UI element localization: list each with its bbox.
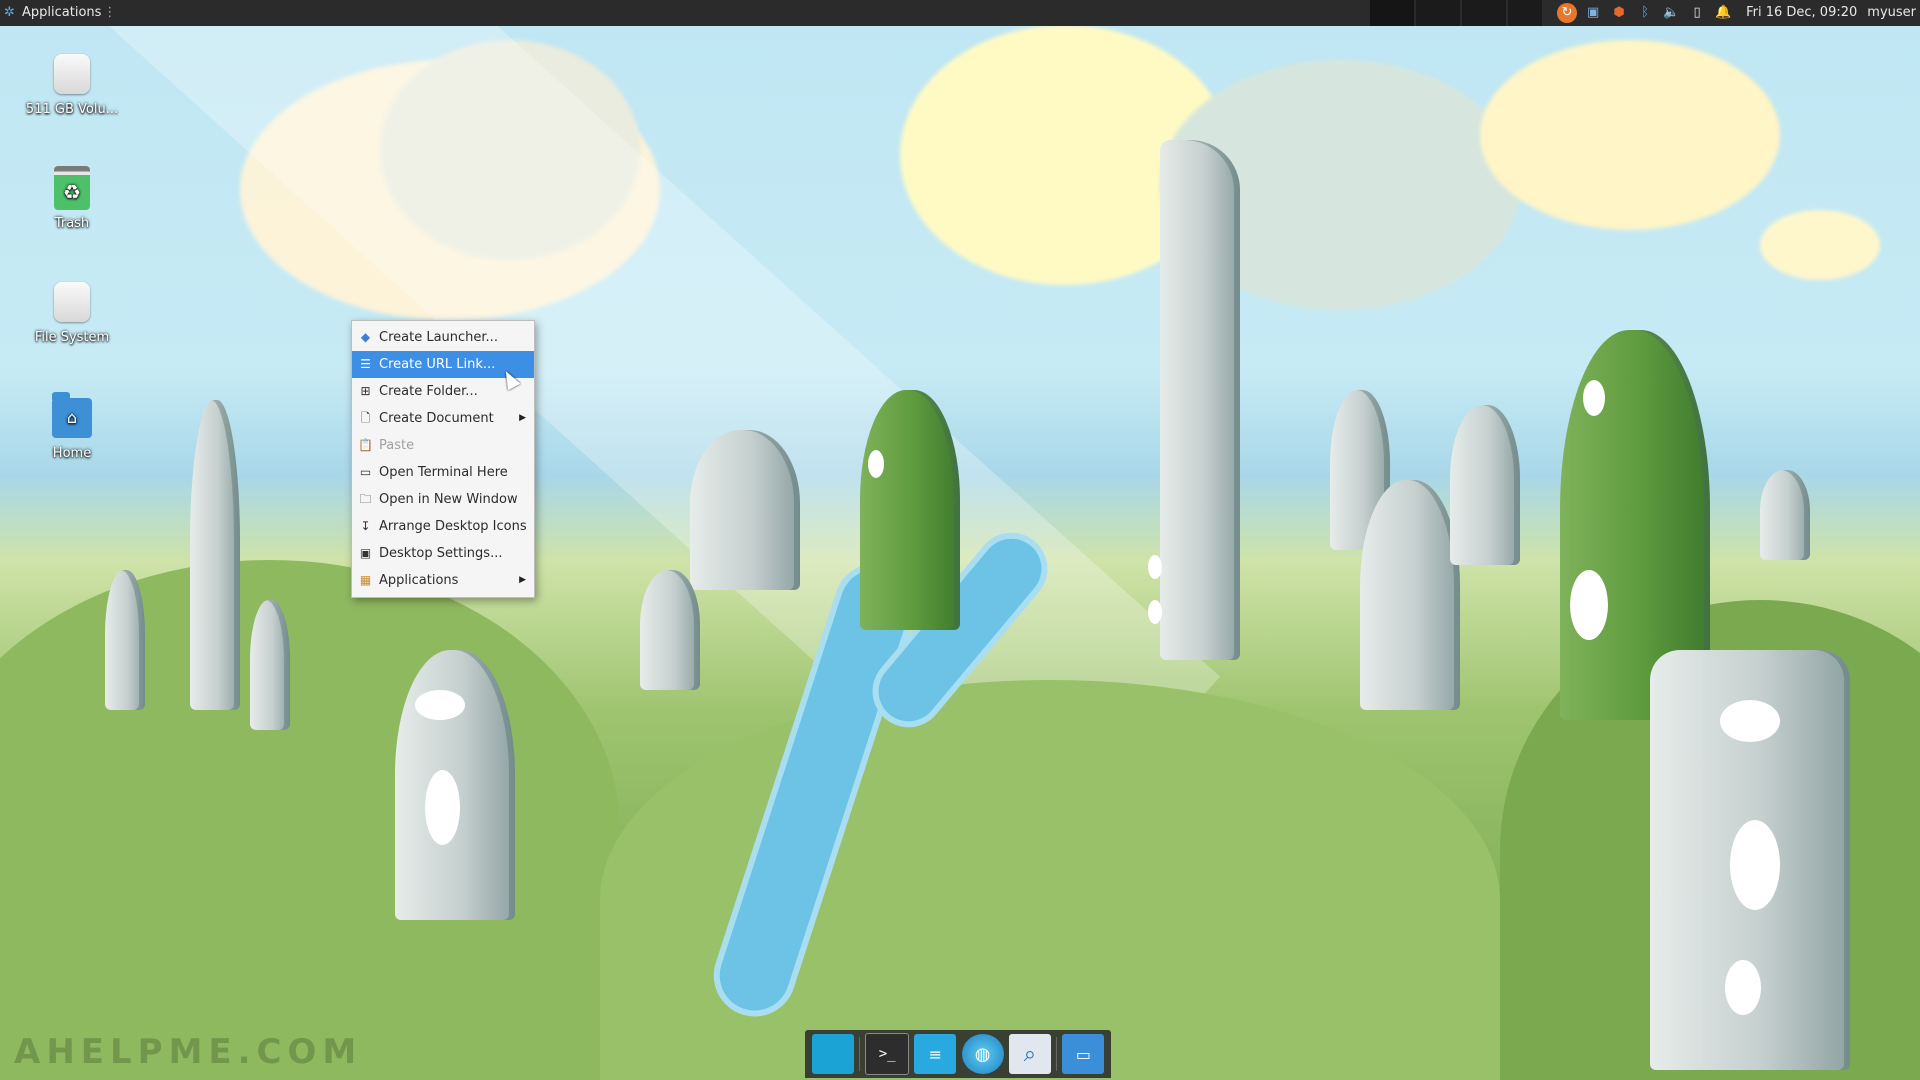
dock-separator	[858, 1037, 860, 1071]
workspace-switcher-4[interactable]	[1508, 0, 1542, 26]
workspace-switcher-3[interactable]	[1462, 0, 1506, 26]
new-document-icon: 🗋	[360, 411, 371, 425]
web-browser-icon[interactable]: ◍	[961, 1034, 1004, 1074]
submenu-arrow-icon: ▶	[519, 413, 526, 423]
show-desktop-icon[interactable]	[811, 1034, 854, 1074]
desktop-icon-label: Home	[52, 446, 92, 461]
menu-item-label: Desktop Settings...	[379, 546, 503, 561]
menu-item-label: Applications	[379, 573, 459, 588]
network-icon[interactable]: ▣	[1583, 3, 1603, 23]
desktop-settings-icon: ▣	[359, 546, 372, 560]
filesystem-drive-icon	[54, 282, 90, 322]
menu-item-label: Create Document	[379, 411, 494, 426]
notification-bell-icon[interactable]: 🔔	[1713, 3, 1733, 23]
desktop-icon-home[interactable]: ⌂ Home	[22, 392, 122, 461]
applications-icon: ▦	[359, 573, 372, 587]
menu-item-label: Create Folder...	[379, 384, 478, 399]
dock-separator	[1056, 1037, 1058, 1071]
dock: >_ ≡ ◍ ⌕ ▭	[805, 1030, 1111, 1078]
arrange-icon: ↧	[360, 519, 371, 533]
clock[interactable]: Fri 16 Dec, 09:20	[1746, 0, 1857, 26]
top-panel: ✲ Applications ⋮ ↻ ▣ ⬢ ᛒ 🔈 ▯ 🔔 Fri 16 De…	[0, 0, 1920, 26]
menu-item-paste: 📋 Paste	[352, 432, 534, 459]
volume-icon[interactable]: 🔈	[1661, 3, 1681, 23]
menu-item-open-terminal-here[interactable]: ▭ Open Terminal Here	[352, 459, 534, 486]
workspace-switcher-2[interactable]	[1416, 0, 1460, 26]
desktop[interactable]: ✲ Applications ⋮ ↻ ▣ ⬢ ᛒ 🔈 ▯ 🔔 Fri 16 De…	[0, 0, 1920, 1080]
desktop-icon-trash[interactable]: ♻ Trash	[22, 166, 122, 231]
bluetooth-icon[interactable]: ᛒ	[1635, 3, 1655, 23]
update-notifier-icon[interactable]: ↻	[1557, 3, 1578, 23]
desktop-icon-volume[interactable]: 511 GB Volu...	[22, 52, 122, 117]
menu-item-label: Open Terminal Here	[379, 465, 508, 480]
desktop-context-menu: ◆ Create Launcher... ☰ Create URL Link..…	[351, 320, 535, 598]
url-link-icon: ☰	[360, 357, 371, 371]
battery-icon[interactable]: ▯	[1687, 3, 1707, 23]
menu-item-open-in-new-window[interactable]: 🗀 Open in New Window	[352, 486, 534, 513]
desktop-icon-label: File System	[34, 330, 110, 345]
package-icon[interactable]: ⬢	[1609, 3, 1629, 23]
workspace-switcher-1[interactable]	[1370, 0, 1414, 26]
launcher-icon: ◆	[360, 330, 371, 344]
menu-item-desktop-settings[interactable]: ▣ Desktop Settings...	[352, 540, 534, 567]
home-folder-icon: ⌂	[52, 392, 92, 438]
menu-item-create-document[interactable]: 🗋 Create Document ▶	[352, 405, 534, 432]
xfce-mouse-icon: ✲	[4, 5, 15, 20]
trash-icon: ♻	[54, 166, 90, 210]
applications-menu-button[interactable]: ✲ Applications ⋮	[0, 0, 120, 26]
search-icon[interactable]: ⌕	[1008, 1034, 1051, 1074]
menu-item-create-launcher[interactable]: ◆ Create Launcher...	[352, 324, 534, 351]
menu-handle-icon: ⋮	[103, 5, 117, 20]
terminal-icon[interactable]: >_	[865, 1033, 910, 1075]
open-folder-icon: 🗀	[359, 492, 372, 506]
menu-item-label: Create Launcher...	[379, 330, 498, 345]
system-tray: ↻ ▣ ⬢ ᛒ 🔈 ▯ 🔔 Fri 16 Dec, 09:20 myuser	[1554, 0, 1920, 26]
menu-item-label: Open in New Window	[379, 492, 518, 507]
desktop-icon-label: Trash	[54, 216, 90, 231]
menu-item-applications[interactable]: ▦ Applications ▶	[352, 567, 534, 594]
new-folder-icon: ⊞	[360, 384, 371, 398]
menu-item-label: Paste	[379, 438, 415, 453]
watermark: AHELPME.COM	[14, 1032, 363, 1072]
menu-item-arrange-desktop-icons[interactable]: ↧ Arrange Desktop Icons	[352, 513, 534, 540]
menu-item-label: Arrange Desktop Icons	[379, 519, 527, 534]
user-menu[interactable]: myuser	[1867, 0, 1916, 26]
applications-menu-label: Applications	[22, 5, 102, 20]
menu-item-label: Create URL Link...	[379, 357, 496, 372]
drive-icon	[54, 54, 90, 94]
desktop-icon-label: 511 GB Volu...	[25, 102, 119, 117]
wallpaper	[0, 0, 1920, 1080]
desktop-icon-file-system[interactable]: File System	[22, 280, 122, 345]
text-editor-icon[interactable]: ≡	[914, 1034, 957, 1074]
terminal-icon: ▭	[359, 465, 372, 479]
file-manager-icon[interactable]: ▭	[1062, 1034, 1105, 1074]
submenu-arrow-icon: ▶	[519, 575, 526, 585]
paste-icon: 📋	[358, 438, 373, 452]
